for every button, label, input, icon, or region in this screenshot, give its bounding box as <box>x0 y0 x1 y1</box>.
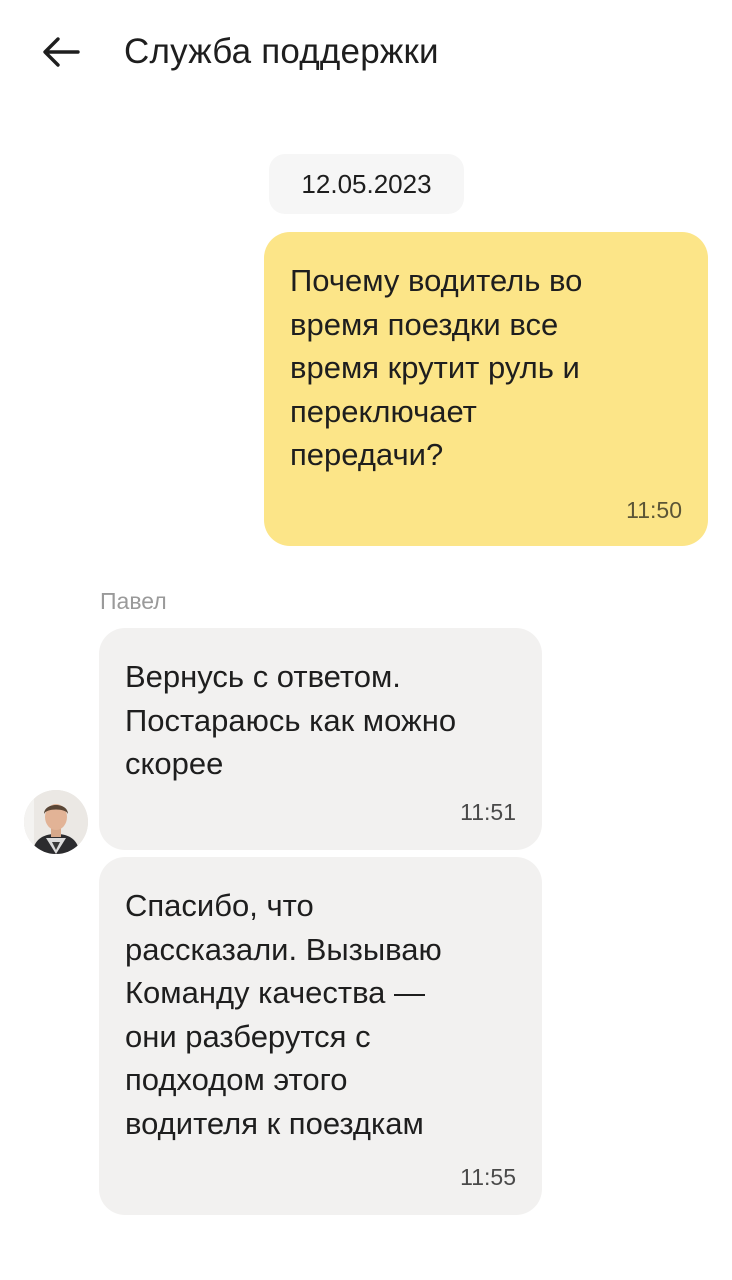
app-header: Служба поддержки <box>0 0 732 104</box>
page-title: Служба поддержки <box>124 32 439 71</box>
message-time: 11:51 <box>460 799 516 825</box>
avatar[interactable] <box>24 790 88 854</box>
back-button[interactable] <box>36 30 84 74</box>
incoming-message[interactable]: Спасибо, что рассказали. Вызываю Команду… <box>99 857 542 1215</box>
sender-name: Павел <box>100 588 167 614</box>
message-text: Спасибо, что рассказали. Вызываю Команду… <box>125 888 442 1141</box>
message-time: 11:50 <box>626 497 682 523</box>
message-text: Почему водитель во время поездки все вре… <box>290 263 583 472</box>
date-separator: 12.05.2023 <box>269 154 464 214</box>
operator-photo <box>24 790 88 854</box>
arrow-left-icon <box>43 37 80 67</box>
incoming-message[interactable]: Вернусь с ответом. Постараюсь как можно … <box>99 628 542 850</box>
message-text: Вернусь с ответом. Постараюсь как можно … <box>125 659 457 781</box>
message-time: 11:55 <box>460 1164 516 1190</box>
outgoing-message[interactable]: Почему водитель во время поездки все вре… <box>264 232 708 546</box>
